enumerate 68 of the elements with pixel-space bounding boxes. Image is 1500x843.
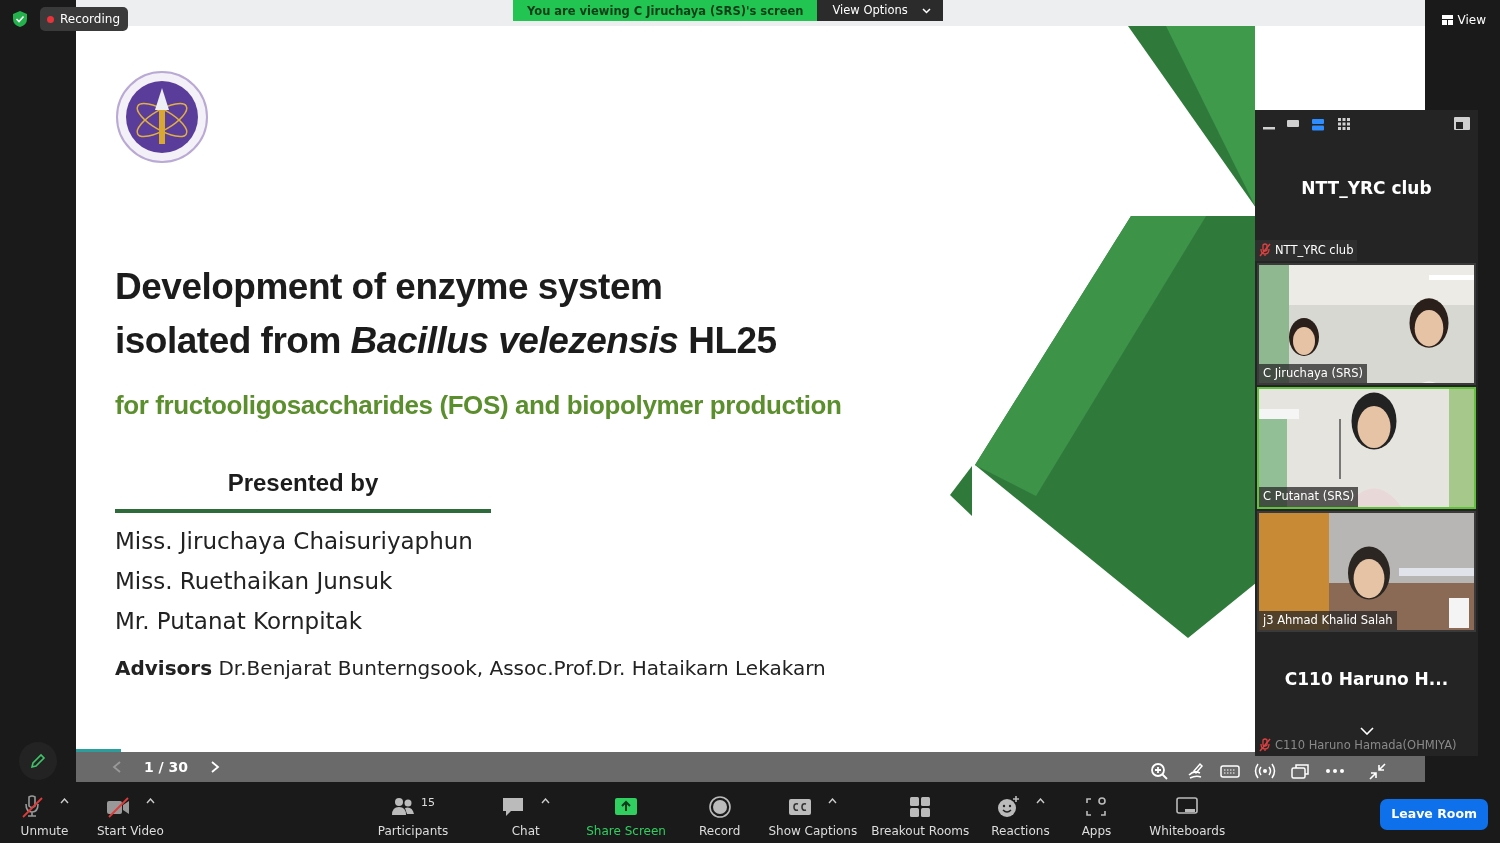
presenter-name: Miss. Ruethaikan Junsuk <box>115 567 394 596</box>
participant-tile[interactable]: NTT_YRC club NTT_YRC club <box>1255 137 1478 262</box>
pen-icon <box>29 752 47 770</box>
gallery-view-button[interactable] <box>1337 116 1351 131</box>
pen-button[interactable] <box>19 742 57 780</box>
minimize-icon <box>1263 126 1275 130</box>
windows-icon[interactable] <box>1289 761 1311 781</box>
participant-label: C Jiruchaya (SRS) <box>1259 363 1368 383</box>
presented-by-heading: Presented by <box>115 465 491 513</box>
slide-title-line: Development of enzyme system <box>115 265 664 309</box>
toolbar-button[interactable]: Unmute <box>16 795 73 840</box>
toolbar-button[interactable]: Chat <box>497 795 555 840</box>
chat-bubble-icon <box>501 795 526 819</box>
slide-title-line: isolated from Bacillus velezensis HL25 <box>115 319 777 363</box>
breakout-rooms-icon <box>908 795 933 819</box>
presenter-name: Miss. Jiruchaya Chaisuriyaphun <box>115 527 473 556</box>
recording-label: Recording <box>60 11 121 28</box>
video-tile[interactable]: C Jiruchaya (SRS) <box>1257 263 1476 385</box>
recording-dot-icon <box>47 15 54 23</box>
security-shield-icon[interactable] <box>12 10 28 28</box>
record-icon <box>707 795 732 819</box>
smiley-plus-icon <box>995 795 1020 819</box>
view-options-dropdown[interactable]: View Options <box>817 0 943 21</box>
thumbnail-view-button[interactable] <box>1287 120 1299 128</box>
toolbar-button[interactable]: Reactions <box>987 795 1054 840</box>
exit-fullscreen-button[interactable] <box>1454 116 1470 131</box>
participant-label: j3 Ahmad Khalid Salah <box>1259 611 1397 631</box>
participant-label: C110 Haruno Hamada(OHMIYA) <box>1275 736 1457 754</box>
participant-count: 15 <box>421 795 435 811</box>
toolbar-button[interactable]: Whiteboards <box>1145 795 1230 840</box>
advisors-text: Advisors Dr.Benjarat Bunterngsook, Assoc.Prof.Dr. Hataikarn Lekakarn <box>115 655 826 682</box>
toolbar-button[interactable]: Apps <box>1077 795 1116 840</box>
minimize-button[interactable] <box>1263 126 1275 130</box>
screen-share-banner: You are viewing C Jiruchaya (SRS)'s screen <box>513 0 818 21</box>
caret-icon[interactable] <box>60 798 69 804</box>
gallery-view-icon <box>1337 116 1351 131</box>
chevron-down-icon[interactable] <box>1359 726 1374 735</box>
toolbar-button[interactable]: Record <box>694 795 745 840</box>
share-screen-button[interactable]: Share Screen <box>582 795 670 840</box>
caret-icon[interactable] <box>541 798 551 804</box>
speaker-view-icon <box>1311 116 1325 131</box>
participant-tile[interactable]: C110 Haruno H... C110 Haruno Hamada(OHMIYA) <box>1255 632 1478 756</box>
participant-name: C110 Haruno H... <box>1283 667 1450 691</box>
window-icon <box>1454 116 1470 131</box>
toolbar-button[interactable]: Start Video <box>93 795 168 840</box>
slide-subtitle: for fructooligosaccharides (FOS) and biopolymer production <box>115 389 842 422</box>
presenter-name: Mr. Putanat Kornpitak <box>115 607 364 636</box>
participant-label: C Putanat (SRS) <box>1259 487 1359 507</box>
page-counter: 1 / 30 <box>144 757 189 777</box>
caret-icon <box>921 7 931 14</box>
video-tile[interactable]: j3 Ahmad Khalid Salah <box>1257 510 1476 633</box>
leave-room-button[interactable]: Leave Room <box>1380 799 1488 830</box>
speaker-view-button[interactable] <box>1311 116 1325 131</box>
thumbnail-view-icon <box>1287 120 1299 128</box>
toolbar-button[interactable]: 15 Participants <box>373 795 453 840</box>
layout-icon <box>1441 15 1453 25</box>
caret-icon[interactable] <box>1035 798 1045 804</box>
toolbar-button[interactable]: Show Captions <box>764 795 862 840</box>
video-tile[interactable]: C Putanat (SRS) <box>1257 386 1476 509</box>
participant-label: NTT_YRC club <box>1275 241 1354 259</box>
caret-icon[interactable] <box>828 798 838 804</box>
collapse-icon[interactable] <box>1367 761 1389 781</box>
next-page-icon[interactable] <box>210 760 221 774</box>
caret-icon[interactable] <box>145 798 155 804</box>
apps-icon <box>1084 795 1109 819</box>
toolbar-button[interactable]: Breakout Rooms <box>867 795 974 840</box>
participant-name: NTT_YRC club <box>1300 176 1433 200</box>
broadcast-icon[interactable] <box>1254 761 1276 781</box>
